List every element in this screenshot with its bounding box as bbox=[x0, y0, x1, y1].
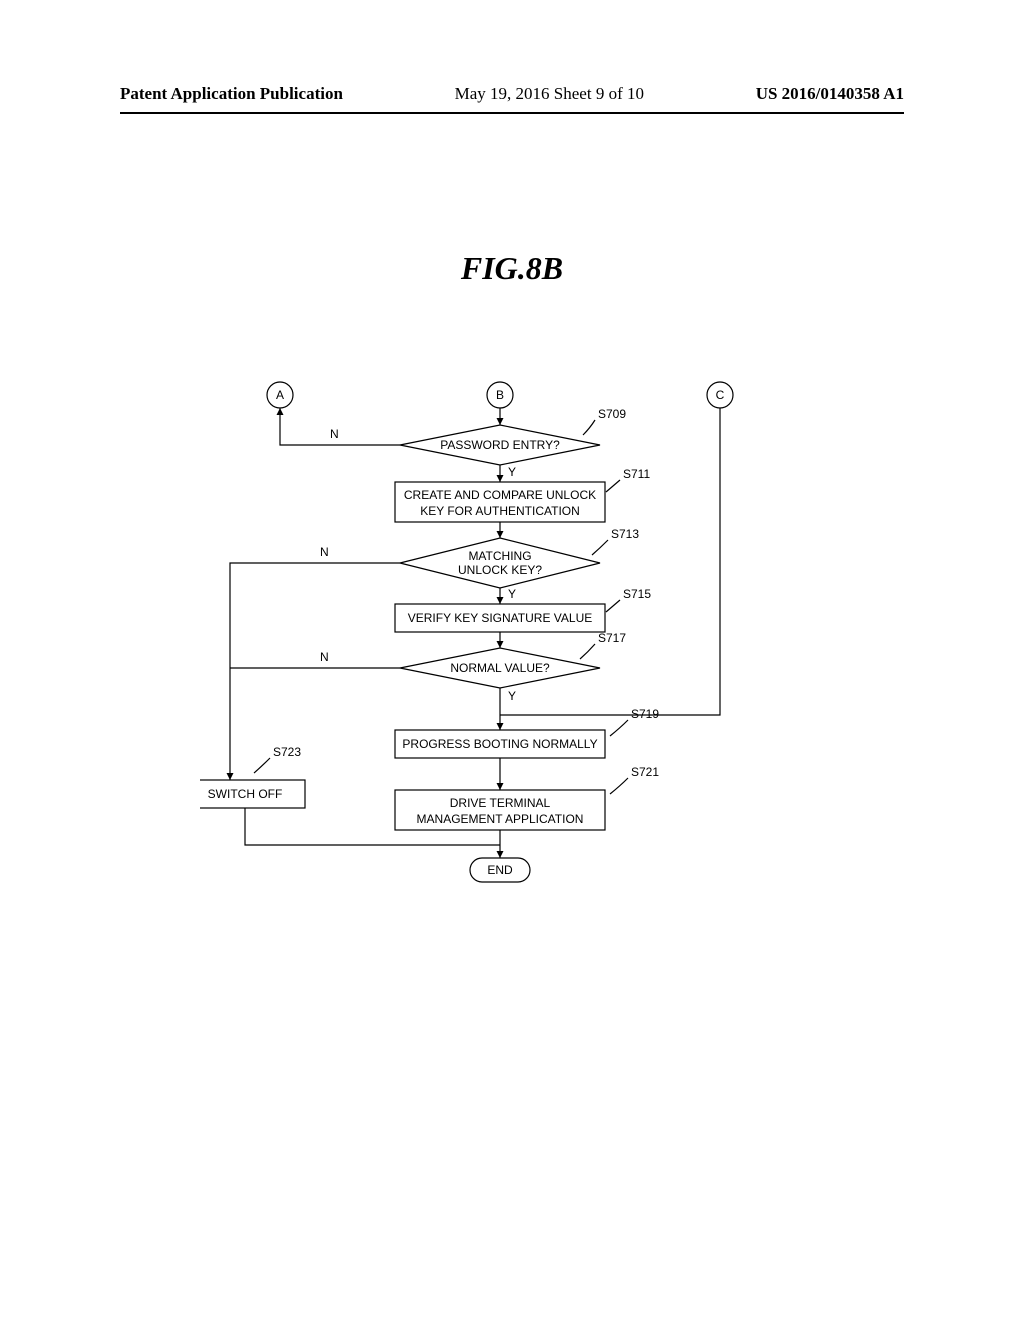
decision-s709-text: PASSWORD ENTRY? bbox=[440, 438, 560, 452]
connector-b-label: B bbox=[496, 388, 504, 402]
figure-title: FIG.8B bbox=[0, 250, 1024, 287]
label-s711: S711 bbox=[623, 467, 650, 481]
connector-a-label: A bbox=[276, 388, 284, 402]
decision-s713-text1: MATCHING bbox=[468, 549, 531, 563]
label-s717: S717 bbox=[598, 631, 626, 645]
header-right: US 2016/0140358 A1 bbox=[756, 84, 904, 104]
process-s721-text2: MANAGEMENT APPLICATION bbox=[417, 812, 584, 826]
header-rule bbox=[120, 112, 904, 114]
process-s711-text1: CREATE AND COMPARE UNLOCK bbox=[404, 488, 596, 502]
label-s715: S715 bbox=[623, 587, 651, 601]
label-s713: S713 bbox=[611, 527, 639, 541]
header-center: May 19, 2016 Sheet 9 of 10 bbox=[455, 84, 644, 104]
process-s723-text: SWITCH OFF bbox=[208, 787, 283, 801]
branch-s717-y: Y bbox=[508, 689, 516, 703]
process-s711-text2: KEY FOR AUTHENTICATION bbox=[420, 504, 580, 518]
header-left: Patent Application Publication bbox=[120, 84, 343, 104]
decision-s713-text2: UNLOCK KEY? bbox=[458, 563, 542, 577]
branch-s709-y: Y bbox=[508, 465, 516, 479]
terminator-end-text: END bbox=[487, 863, 513, 877]
label-s719: S719 bbox=[631, 707, 659, 721]
branch-s713-y: Y bbox=[508, 587, 516, 601]
process-s721-text1: DRIVE TERMINAL bbox=[450, 796, 551, 810]
decision-s717-text: NORMAL VALUE? bbox=[450, 661, 550, 675]
flowchart-diagram: A B C PASSWORD ENTRY? S709 N Y CREATE AN… bbox=[200, 380, 820, 900]
label-s709: S709 bbox=[598, 407, 626, 421]
page-header: Patent Application Publication May 19, 2… bbox=[0, 84, 1024, 112]
branch-s709-n: N bbox=[330, 427, 339, 441]
connector-c-label: C bbox=[716, 388, 725, 402]
label-s721: S721 bbox=[631, 765, 659, 779]
process-s715-text: VERIFY KEY SIGNATURE VALUE bbox=[408, 611, 593, 625]
branch-s717-n: N bbox=[320, 650, 329, 664]
process-s719-text: PROGRESS BOOTING NORMALLY bbox=[402, 737, 597, 751]
branch-s713-n: N bbox=[320, 545, 329, 559]
label-s723: S723 bbox=[273, 745, 301, 759]
